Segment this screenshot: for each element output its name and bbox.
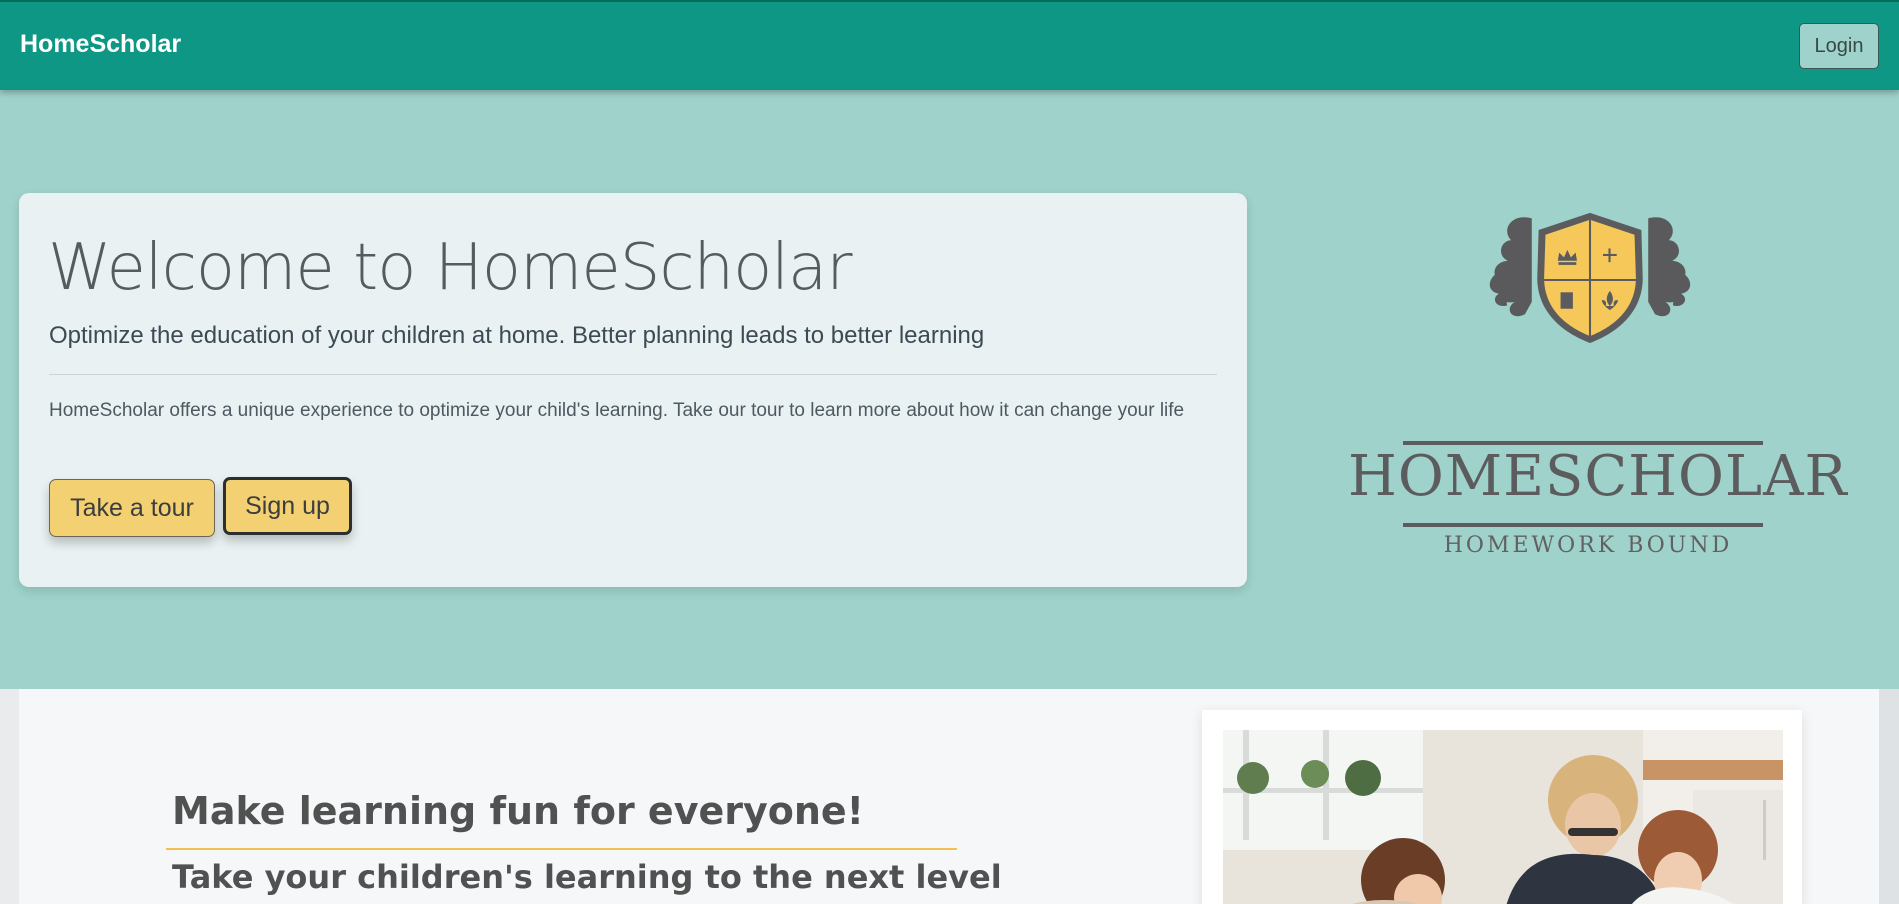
divider bbox=[49, 374, 1217, 375]
crest-shield-icon bbox=[1489, 212, 1691, 343]
logo-tagline: HOMEWORK BOUND bbox=[1443, 533, 1733, 558]
heading-underline bbox=[166, 848, 957, 850]
sign-up-button[interactable]: Sign up bbox=[223, 477, 352, 535]
logo-rule-bottom bbox=[1403, 523, 1763, 527]
top-navbar: HomeScholar Login bbox=[0, 0, 1899, 90]
logo-wordmark: HOMESCHOLAR bbox=[1348, 444, 1848, 509]
login-button[interactable]: Login bbox=[1799, 23, 1879, 69]
page-title: Welcome to HomeScholar bbox=[48, 231, 853, 305]
page-gutter-left bbox=[0, 689, 19, 904]
welcome-card: Welcome to HomeScholar Optimize the educ… bbox=[19, 193, 1247, 587]
family-learning-photo bbox=[1223, 730, 1783, 904]
hero-description: HomeScholar offers a unique experience t… bbox=[49, 400, 1185, 421]
hero-subtitle: Optimize the education of your children … bbox=[49, 322, 985, 349]
section-heading: Make learning fun for everyone! bbox=[172, 789, 865, 833]
navbar-brand[interactable]: HomeScholar bbox=[20, 30, 181, 59]
features-section: Make learning fun for everyone! Take you… bbox=[19, 689, 1879, 904]
section-subheading: Take your children's learning to the nex… bbox=[172, 858, 1002, 896]
take-tour-button[interactable]: Take a tour bbox=[49, 479, 215, 537]
page-gutter-right bbox=[1879, 689, 1899, 904]
photo-card bbox=[1202, 710, 1802, 904]
